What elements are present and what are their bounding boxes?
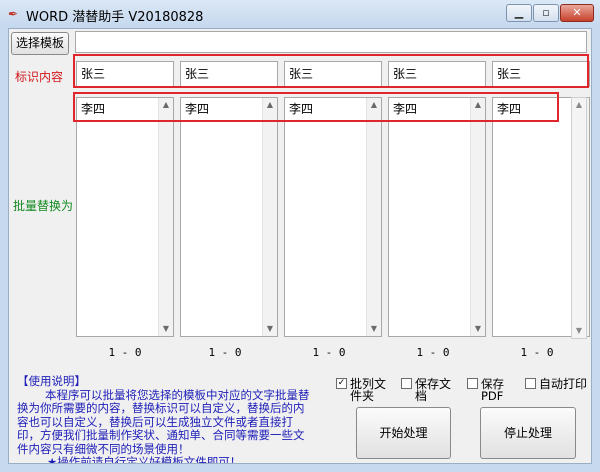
scroll-down-icon[interactable]: ▼: [471, 322, 485, 336]
maximize-button[interactable]: ▫: [533, 4, 559, 22]
replace-textarea-4[interactable]: 李四 ▲ ▼: [388, 97, 486, 337]
stop-button[interactable]: 停止处理: [480, 407, 576, 459]
count-label-1: 1 - 0: [108, 346, 142, 359]
count-label-3: 1 - 0: [312, 346, 346, 359]
help-line: ★操作前请自行定义好模板文件即可！: [47, 455, 242, 464]
help-line: 容也可以自定义，替换后可以生成独立文件或者直接打: [17, 414, 293, 429]
scroll-up-icon[interactable]: ▲: [471, 98, 485, 112]
replace-text-1: 李四: [81, 102, 106, 116]
scroll-up-icon[interactable]: ▲: [367, 98, 381, 112]
help-line: 印，方便我们批量制作奖状、通知单、合同等需要一些文: [17, 428, 305, 442]
title-bar[interactable]: ✒ WORD 潜替助手 V20180828 ▁ ▫ ✕: [0, 0, 600, 28]
count-label-4: 1 - 0: [416, 346, 450, 359]
save-doc-checkbox[interactable]: 保存文档: [401, 378, 463, 402]
replace-textarea-3[interactable]: 李四 ▲ ▼: [284, 97, 382, 337]
identify-field-5[interactable]: 张三: [492, 61, 590, 87]
save-doc-label: 保存文档: [415, 377, 452, 403]
help-line: 本程序可以批量将您选择的模板中对应的文字批量替: [45, 387, 310, 402]
textarea-scrollbar[interactable]: ▲▼: [262, 98, 277, 336]
textarea-scrollbar[interactable]: ▲▼: [366, 98, 381, 336]
count-label-5: 1 - 0: [520, 346, 554, 359]
help-title: 【使用说明】: [17, 374, 86, 388]
textarea-scrollbar[interactable]: ▲▼: [470, 98, 485, 336]
app-window: ✒ WORD 潜替助手 V20180828 ▁ ▫ ✕ 选择模板 标识内容 批量…: [0, 0, 600, 472]
window-title: WORD 潜替助手 V20180828: [26, 10, 204, 25]
scroll-up-icon[interactable]: ▲: [263, 98, 277, 112]
template-path-input[interactable]: [75, 31, 587, 53]
checkmark-icon[interactable]: ✓: [336, 378, 347, 389]
replace-text-4: 李四: [393, 102, 418, 116]
replace-text-2: 李四: [185, 102, 210, 116]
minimize-button[interactable]: ▁: [506, 4, 532, 22]
scroll-down-icon[interactable]: ▼: [572, 324, 586, 338]
scroll-up-icon[interactable]: ▲: [159, 98, 173, 112]
identify-content-label: 标识内容: [15, 70, 64, 84]
close-button[interactable]: ✕: [560, 4, 594, 22]
select-template-button[interactable]: 选择模板: [11, 32, 69, 55]
batch-files-label: 批列文件夹: [350, 377, 387, 403]
textarea-scrollbar[interactable]: ▲▼: [158, 98, 173, 336]
help-text: 【使用说明】 本程序可以批量将您选择的模板中对应的文字批量替 换为你所需要的内容…: [17, 374, 335, 464]
scroll-down-icon[interactable]: ▼: [263, 322, 277, 336]
main-panel: 选择模板 标识内容 批量替换为 张三 张三 张三 张三 张三 李四 ▲ ▼ 李四 …: [8, 28, 592, 464]
batch-replace-label: 批量替换为: [13, 199, 74, 213]
help-line: 换为你所需要的内容，替换标识可以自定义，替换后的内: [17, 401, 305, 415]
batch-files-checkbox[interactable]: ✓ 批列文件夹: [336, 378, 400, 402]
scroll-down-icon[interactable]: ▼: [159, 322, 173, 336]
save-pdf-label: 保存PDF: [481, 377, 504, 403]
scroll-down-icon[interactable]: ▼: [367, 322, 381, 336]
start-button[interactable]: 开始处理: [356, 407, 451, 459]
auto-print-checkbox[interactable]: 自动打印: [525, 378, 591, 390]
auto-print-label: 自动打印: [539, 377, 588, 391]
feather-icon: ✒: [7, 7, 19, 21]
count-label-2: 1 - 0: [208, 346, 242, 359]
save-pdf-checkbox[interactable]: 保存PDF: [467, 378, 529, 402]
replace-textarea-1[interactable]: 李四 ▲ ▼: [76, 97, 174, 337]
identify-field-2[interactable]: 张三: [180, 61, 278, 87]
help-line: 件内容只有细微不同的场景使用！: [17, 441, 190, 456]
identify-field-4[interactable]: 张三: [388, 61, 486, 87]
replace-text-5: 李四: [497, 102, 522, 116]
scroll-up-icon[interactable]: ▲: [572, 98, 586, 112]
identify-field-1[interactable]: 张三: [76, 61, 174, 87]
replace-text-3: 李四: [289, 102, 314, 116]
identify-field-3[interactable]: 张三: [284, 61, 382, 87]
panel-scrollbar[interactable]: ▲ ▼: [571, 97, 587, 339]
replace-textarea-2[interactable]: 李四 ▲ ▼: [180, 97, 278, 337]
